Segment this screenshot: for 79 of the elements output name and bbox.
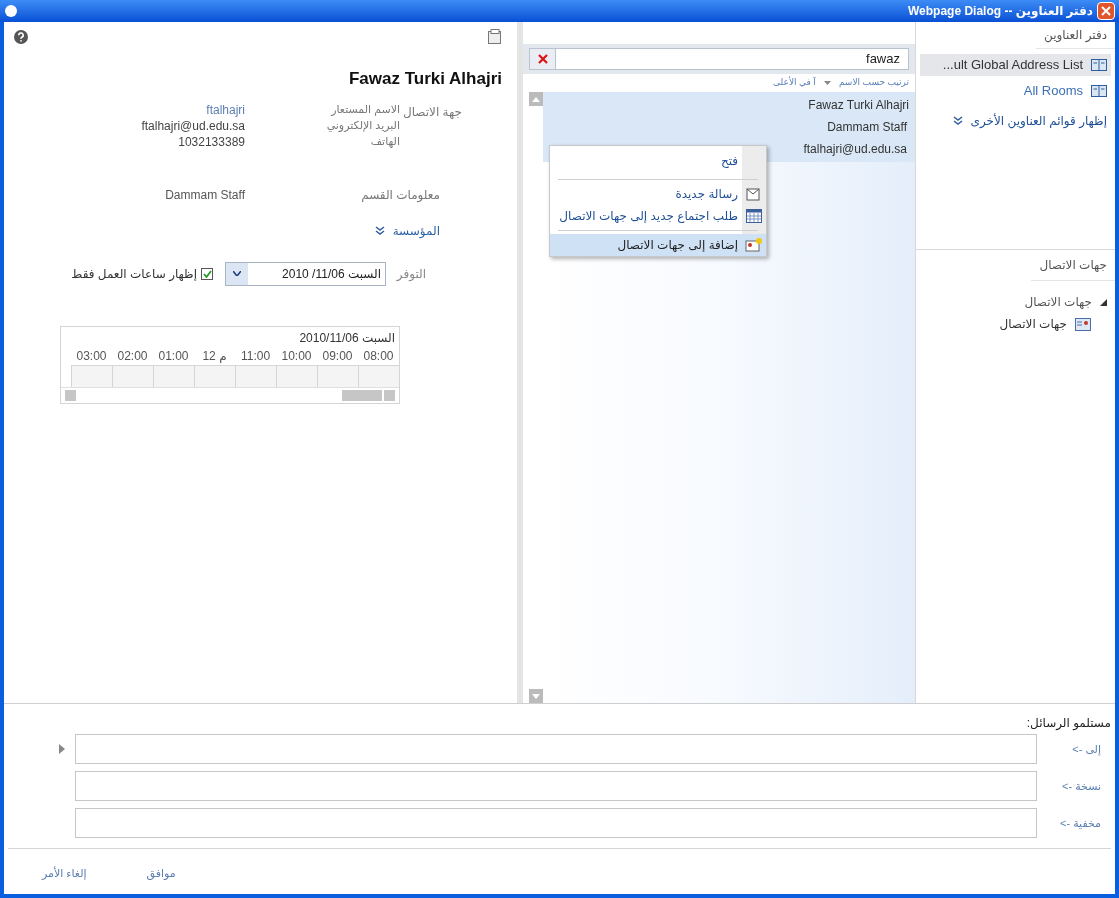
help-icon[interactable] [14, 30, 28, 44]
recipients-title: مستلمو الرسائل: [1026, 715, 1111, 732]
book-icon [1091, 84, 1107, 98]
calendar-icon [746, 209, 762, 223]
double-chevron-icon [374, 225, 385, 236]
time-slot-cell [71, 364, 112, 387]
up-arrow-icon [532, 96, 540, 102]
sort-order-dropdown[interactable]: آ في الأعلى [773, 76, 816, 90]
contact-card-icon[interactable] [488, 29, 502, 45]
field-label: البريد الإلكتروني [325, 118, 400, 134]
book-icon [1091, 58, 1107, 72]
more-address-lists-link[interactable]: إظهار قوائم العناوين الأخرى [970, 112, 1107, 130]
menu-item[interactable]: رسالة جديدة [550, 183, 766, 205]
address-list-item[interactable]: ...ult Global Address List [920, 54, 1111, 76]
checkbox-label[interactable]: إظهار ساعات العمل فقط [71, 264, 197, 283]
scroll-up-button[interactable] [529, 92, 543, 106]
recipient-field[interactable] [75, 808, 1037, 838]
field-value: 1032133389 [177, 133, 245, 151]
search-field[interactable]: fawaz [529, 48, 909, 70]
checkbox[interactable] [201, 267, 213, 280]
recipient-button[interactable]: إلى -> [1037, 740, 1111, 758]
add-contact-icon [745, 237, 763, 253]
tree-item[interactable]: جهات الاتصال [999, 315, 1067, 333]
current-row-icon [59, 744, 65, 754]
dropdown-arrow-icon [823, 81, 831, 85]
dialog-button[interactable]: موافق [146, 865, 176, 882]
hour-label: 11:00 [239, 347, 272, 365]
contact-name: Fawaz Turki Alhajri [348, 68, 502, 90]
time-slot-cell [112, 364, 153, 387]
envelope-icon [746, 186, 762, 202]
down-arrow-icon [532, 693, 540, 699]
tree-item[interactable]: جهات الاتصال [1024, 293, 1092, 311]
scroll-down-button[interactable] [529, 689, 543, 703]
section-title: جهات الاتصال [1031, 250, 1115, 281]
field-label: معلومات القسم [360, 186, 440, 204]
field-label: جهة الاتصال [402, 103, 462, 121]
hour-label: 03:00 [75, 347, 108, 365]
recipient-field[interactable] [75, 771, 1037, 801]
time-slot-cell [194, 364, 235, 387]
field-label: التوفر [395, 265, 426, 283]
pane-title: دفتر العناوين [1036, 22, 1115, 49]
dialog-button[interactable]: إلغاء الأمر [42, 865, 87, 882]
contact-card-icon [1075, 317, 1091, 331]
scroll-right-button[interactable] [384, 389, 395, 401]
field-value: Dammam Staff [164, 186, 245, 204]
close-icon [1101, 6, 1111, 16]
field-value: ftalhajri@ud.edu.sa [140, 117, 245, 135]
time-slot-cell [153, 364, 194, 387]
menu-item[interactable]: إضافة إلى جهات الاتصال [550, 234, 766, 256]
address-list-item[interactable]: All Rooms [920, 80, 1111, 102]
recipient-button[interactable]: نسخة -> [1037, 777, 1111, 795]
expanded-arrow-icon[interactable] [1100, 298, 1107, 306]
close-button[interactable] [1097, 2, 1115, 20]
clear-search-button[interactable] [530, 49, 556, 69]
field-label: الهاتف [369, 134, 400, 150]
hour-label: 01:00 [157, 347, 190, 365]
sort-by-dropdown[interactable]: ترتيب حسب الاسم [838, 76, 909, 90]
alias-link[interactable]: ftalhajri [95, 100, 245, 119]
window-title: دفتر العناوين -- Webpage Dialog [907, 3, 1093, 20]
field-label: الاسم المستعار [329, 102, 400, 118]
hour-label: 12 م [201, 347, 228, 365]
organization-link[interactable]: المؤسسة [392, 221, 440, 240]
double-chevron-icon [952, 116, 963, 126]
close-icon [537, 54, 548, 64]
menu-item[interactable]: طلب اجتماع جديد إلى جهات الاتصال [550, 205, 766, 227]
date-dropdown[interactable]: السبت 11/06/ 2010 [225, 261, 386, 286]
scroll-thumb[interactable] [342, 389, 382, 401]
schedule-date: السبت 2010/11/06 [298, 329, 396, 347]
time-slot-cell [235, 364, 276, 387]
hour-label: 09:00 [321, 347, 354, 365]
recipient-field[interactable] [75, 734, 1037, 764]
hour-label: 02:00 [116, 347, 149, 365]
hour-label: 10:00 [280, 347, 313, 365]
scroll-left-button[interactable] [65, 389, 76, 401]
time-slot-cell [317, 364, 358, 387]
hour-label: 08:00 [362, 347, 395, 365]
time-slot-cell [276, 364, 317, 387]
recipient-button[interactable]: مخفية -> [1037, 814, 1111, 832]
horizontal-scroll-bar[interactable] [61, 386, 399, 403]
